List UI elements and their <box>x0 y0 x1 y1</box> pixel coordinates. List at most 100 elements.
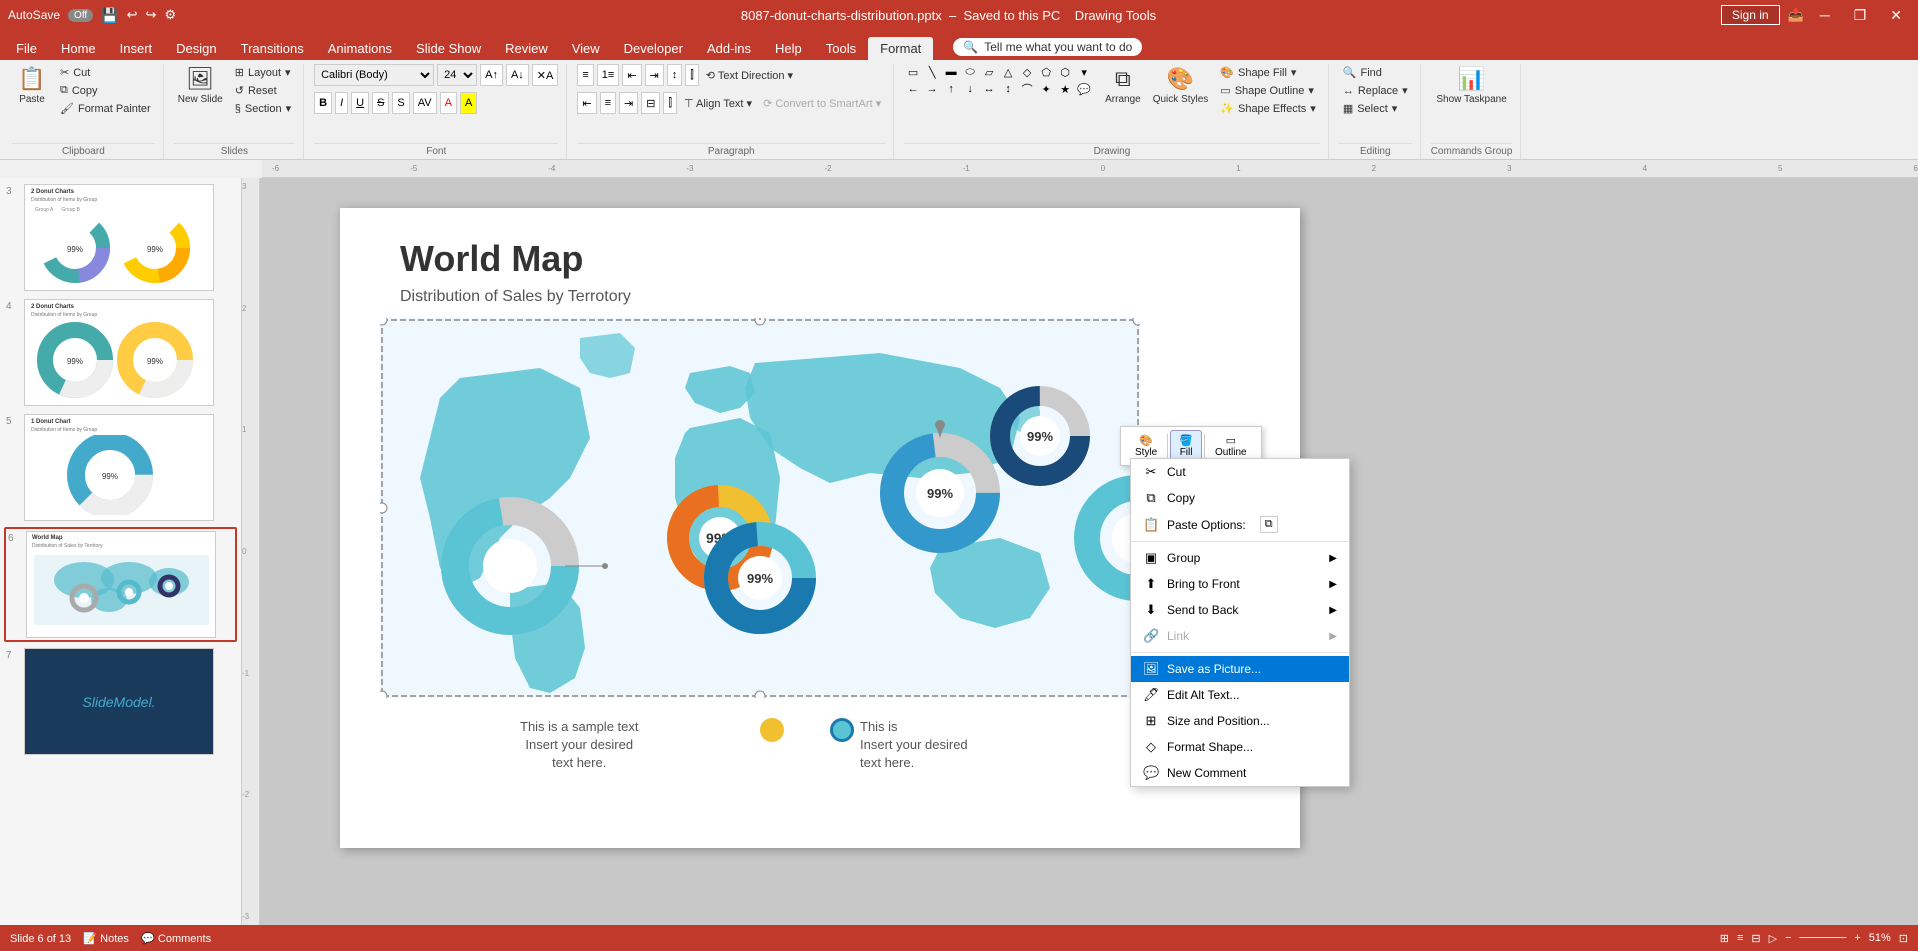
ctx-format-shape[interactable]: ◇ Format Shape... <box>1131 734 1349 760</box>
italic-button[interactable]: I <box>335 92 348 114</box>
fit-button[interactable]: ⊡ <box>1899 932 1908 945</box>
slide-thumb-4[interactable]: 2 Donut Charts Distribution of Items by … <box>24 299 214 406</box>
comments-button[interactable]: 💬 Comments <box>141 933 211 945</box>
slide-thumb-5[interactable]: 1 Donut Chart Distribution of Items by G… <box>24 414 214 521</box>
shape-pentagon[interactable]: ⬠ <box>1037 64 1055 80</box>
zoom-in-button[interactable]: + <box>1854 932 1860 944</box>
shape-fill-button[interactable]: 🎨 Shape Fill ▾ <box>1216 64 1320 81</box>
paste-button[interactable]: 📋 Paste <box>12 64 52 107</box>
view-slidesorter-button[interactable]: ⊟ <box>1751 932 1760 945</box>
highlight-button[interactable]: A <box>460 92 477 114</box>
tab-slideshow[interactable]: Slide Show <box>404 37 493 60</box>
justify-button[interactable]: ⊟ <box>641 92 660 114</box>
undo-icon[interactable]: ↩ <box>127 7 138 23</box>
reset-button[interactable]: ↺ Reset <box>231 82 295 99</box>
align-right-button[interactable]: ⇥ <box>619 92 638 114</box>
convert-smartart-button[interactable]: ⟳ Convert to SmartArt ▾ <box>759 95 885 112</box>
search-box[interactable]: 🔍 Tell me what you want to do <box>953 38 1142 56</box>
view-presenter-button[interactable]: ▷ <box>1769 932 1777 945</box>
shape-star5[interactable]: ★ <box>1056 81 1074 97</box>
ctx-send-back[interactable]: ⬇ Send to Back ▶ <box>1131 597 1349 623</box>
shape-arrow-d[interactable]: ↓ <box>961 81 979 97</box>
shape-rect2[interactable]: ▬ <box>942 64 960 80</box>
clear-format-button[interactable]: ✕A <box>532 64 559 86</box>
redo-icon[interactable]: ↪ <box>146 7 157 23</box>
slide-item-3[interactable]: 3 2 Donut Charts Distribution of Items b… <box>4 182 237 293</box>
cut-button[interactable]: ✂ Cut <box>56 64 155 81</box>
slide-thumb-7[interactable]: SlideModel. <box>24 648 214 755</box>
bullets-button[interactable]: ≡ <box>577 64 593 86</box>
new-slide-button[interactable]: 🖼 New Slide <box>174 64 227 107</box>
ctx-new-comment[interactable]: 💬 New Comment <box>1131 760 1349 786</box>
shape-effects-button[interactable]: ✨ Shape Effects ▾ <box>1216 100 1320 117</box>
columns2-button[interactable]: ⫿ <box>663 92 677 114</box>
line-spacing-button[interactable]: ↕ <box>667 64 683 86</box>
shape-line[interactable]: ╲ <box>923 64 941 80</box>
notes-button[interactable]: 📝 Notes <box>83 933 129 945</box>
font-name-select[interactable]: Calibri (Body) <box>314 64 434 86</box>
tab-home[interactable]: Home <box>49 37 108 60</box>
ctx-copy[interactable]: ⧉ Copy <box>1131 485 1349 511</box>
layout-button[interactable]: ⊞ Layout ▾ <box>231 64 295 81</box>
tab-insert[interactable]: Insert <box>108 37 165 60</box>
increase-indent-button[interactable]: ⇥ <box>645 64 664 86</box>
font-size-select[interactable]: 24 <box>437 64 477 86</box>
underline-button[interactable]: U <box>351 92 369 114</box>
float-outline-button[interactable]: ▭ Outline <box>1207 431 1255 461</box>
shape-triangle[interactable]: △ <box>999 64 1017 80</box>
ctx-link[interactable]: 🔗 Link ▶ <box>1131 623 1349 649</box>
bold-button[interactable]: B <box>314 92 332 114</box>
shape-callout[interactable]: 💬 <box>1075 81 1093 97</box>
shape-arrow-r[interactable]: → <box>923 81 941 97</box>
replace-button[interactable]: ↔ Replace ▾ <box>1339 82 1412 99</box>
view-outline-button[interactable]: ≡ <box>1737 932 1743 944</box>
font-color-button[interactable]: A <box>440 92 457 114</box>
win-minimize[interactable]: ─ <box>1812 7 1838 23</box>
slide-item-5[interactable]: 5 1 Donut Chart Distribution of Items by… <box>4 412 237 523</box>
shape-star4[interactable]: ✦ <box>1037 81 1055 97</box>
slide-thumb-6[interactable]: World Map Distribution of Sales by Terri… <box>26 531 216 638</box>
shape-arrow-2v[interactable]: ↕ <box>999 81 1017 97</box>
shape-arrow-l[interactable]: ← <box>904 81 922 97</box>
shadow-button[interactable]: S <box>392 92 409 114</box>
tab-addins[interactable]: Add-ins <box>695 37 763 60</box>
tab-review[interactable]: Review <box>493 37 560 60</box>
decrease-indent-button[interactable]: ⇤ <box>622 64 641 86</box>
find-button[interactable]: 🔍 Find <box>1339 64 1412 81</box>
quick-styles-button[interactable]: 🎨 Quick Styles <box>1149 64 1213 107</box>
shape-oval[interactable]: ⬭ <box>961 64 979 80</box>
customize-icon[interactable]: ⚙ <box>164 7 176 23</box>
save-icon[interactable]: 💾 <box>101 7 118 24</box>
zoom-out-button[interactable]: − <box>1785 932 1791 944</box>
slide-thumb-3[interactable]: 2 Donut Charts Distribution of Items by … <box>24 184 214 291</box>
world-map-svg[interactable]: 99% 99% 99% 99% <box>380 318 1140 698</box>
slide-item-7[interactable]: 7 SlideModel. <box>4 646 237 757</box>
shape-hexagon[interactable]: ⬡ <box>1056 64 1074 80</box>
tab-view[interactable]: View <box>560 37 612 60</box>
shape-diamond[interactable]: ◇ <box>1018 64 1036 80</box>
ctx-group[interactable]: ▣ Group ▶ <box>1131 545 1349 571</box>
shape-curve[interactable]: ⌒ <box>1018 81 1036 97</box>
align-left-button[interactable]: ⇤ <box>577 92 596 114</box>
sign-in-button[interactable]: Sign in <box>1721 5 1780 25</box>
text-direction-button[interactable]: ⟲ Text Direction ▾ <box>702 67 797 84</box>
format-painter-button[interactable]: 🖌 Format Painter <box>56 100 155 117</box>
shape-more[interactable]: ▾ <box>1075 64 1093 80</box>
ctx-save-picture[interactable]: 🖼 Save as Picture... <box>1131 656 1349 682</box>
win-close[interactable]: ✕ <box>1882 7 1910 24</box>
tab-developer[interactable]: Developer <box>612 37 695 60</box>
numbering-button[interactable]: 1≡ <box>597 64 620 86</box>
arrange-button[interactable]: ⧉ Arrange <box>1101 64 1145 107</box>
shape-arrow-2h[interactable]: ↔ <box>980 81 998 97</box>
show-taskpane-button[interactable]: 📊 Show Taskpane <box>1432 64 1510 107</box>
char-spacing-button[interactable]: AV <box>413 92 437 114</box>
copy-button[interactable]: ⧉ Copy <box>56 82 155 99</box>
ctx-paste[interactable]: 📋 Paste Options: ⧉ <box>1131 511 1349 538</box>
tab-animations[interactable]: Animations <box>316 37 404 60</box>
tab-help[interactable]: Help <box>763 37 814 60</box>
tab-tools[interactable]: Tools <box>814 37 868 60</box>
paste-special-btn[interactable]: ⧉ <box>1260 516 1278 533</box>
increase-font-button[interactable]: A↑ <box>480 64 503 86</box>
align-text-button[interactable]: ⊤ Align Text ▾ <box>680 95 756 112</box>
shape-parallelogram[interactable]: ▱ <box>980 64 998 80</box>
